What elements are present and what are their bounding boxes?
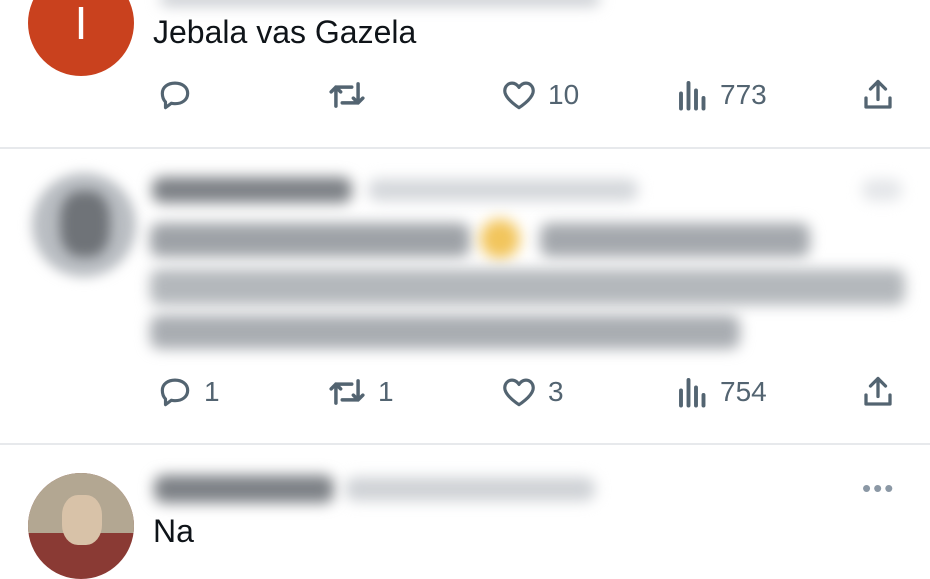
repost-button[interactable]: 1 [326, 367, 394, 417]
reply-icon [156, 373, 194, 411]
reply-icon [156, 76, 194, 114]
views-icon [676, 374, 710, 410]
views-button[interactable]: 773 [676, 70, 767, 120]
views-icon [676, 77, 710, 113]
post-text: Na [153, 513, 194, 549]
more-icon[interactable]: ••• [862, 473, 895, 504]
reply-button[interactable]: 1 [156, 367, 220, 417]
avatar-letter: I [74, 0, 88, 49]
reply-button[interactable] [156, 70, 204, 120]
author-handle[interactable] [345, 477, 595, 501]
avatar-image [62, 495, 102, 545]
share-button[interactable] [860, 367, 896, 417]
reply-count: 1 [204, 376, 220, 407]
share-icon [860, 76, 896, 114]
share-icon [860, 373, 896, 411]
avatar[interactable] [28, 473, 134, 579]
author-handle[interactable] [368, 179, 638, 201]
like-button[interactable]: 10 [500, 70, 579, 120]
heart-icon [500, 373, 538, 411]
views-button[interactable]: 754 [676, 367, 767, 417]
post-text-line [540, 223, 810, 257]
post-text-line [150, 269, 905, 305]
author-info[interactable] [160, 0, 600, 6]
post-1[interactable]: I Jebala vas Gazela 10 773 [0, 0, 930, 147]
post-2[interactable]: 1 1 3 754 [0, 149, 930, 443]
like-button[interactable]: 3 [500, 367, 564, 417]
sun-emoji [480, 219, 520, 259]
more-options[interactable] [862, 179, 902, 201]
avatar[interactable]: I [28, 0, 134, 76]
post-actions: 1 1 3 754 [0, 367, 930, 417]
views-count: 773 [720, 79, 767, 110]
repost-icon [326, 373, 368, 411]
repost-icon [326, 76, 368, 114]
author-name[interactable] [152, 177, 352, 203]
post-actions: 10 773 [0, 70, 930, 120]
post-text-line [150, 223, 470, 257]
avatar[interactable] [32, 173, 136, 277]
post-3[interactable]: ••• Na [0, 445, 930, 579]
repost-count: 1 [378, 376, 394, 407]
avatar-image [60, 191, 110, 257]
views-count: 754 [720, 376, 767, 407]
heart-icon [500, 76, 538, 114]
share-button[interactable] [860, 70, 896, 120]
like-count: 10 [548, 79, 580, 110]
post-text: Jebala vas Gazela [153, 14, 417, 50]
post-text-line [150, 315, 740, 349]
author-name[interactable] [154, 475, 334, 503]
like-count: 3 [548, 376, 564, 407]
repost-button[interactable] [326, 70, 378, 120]
